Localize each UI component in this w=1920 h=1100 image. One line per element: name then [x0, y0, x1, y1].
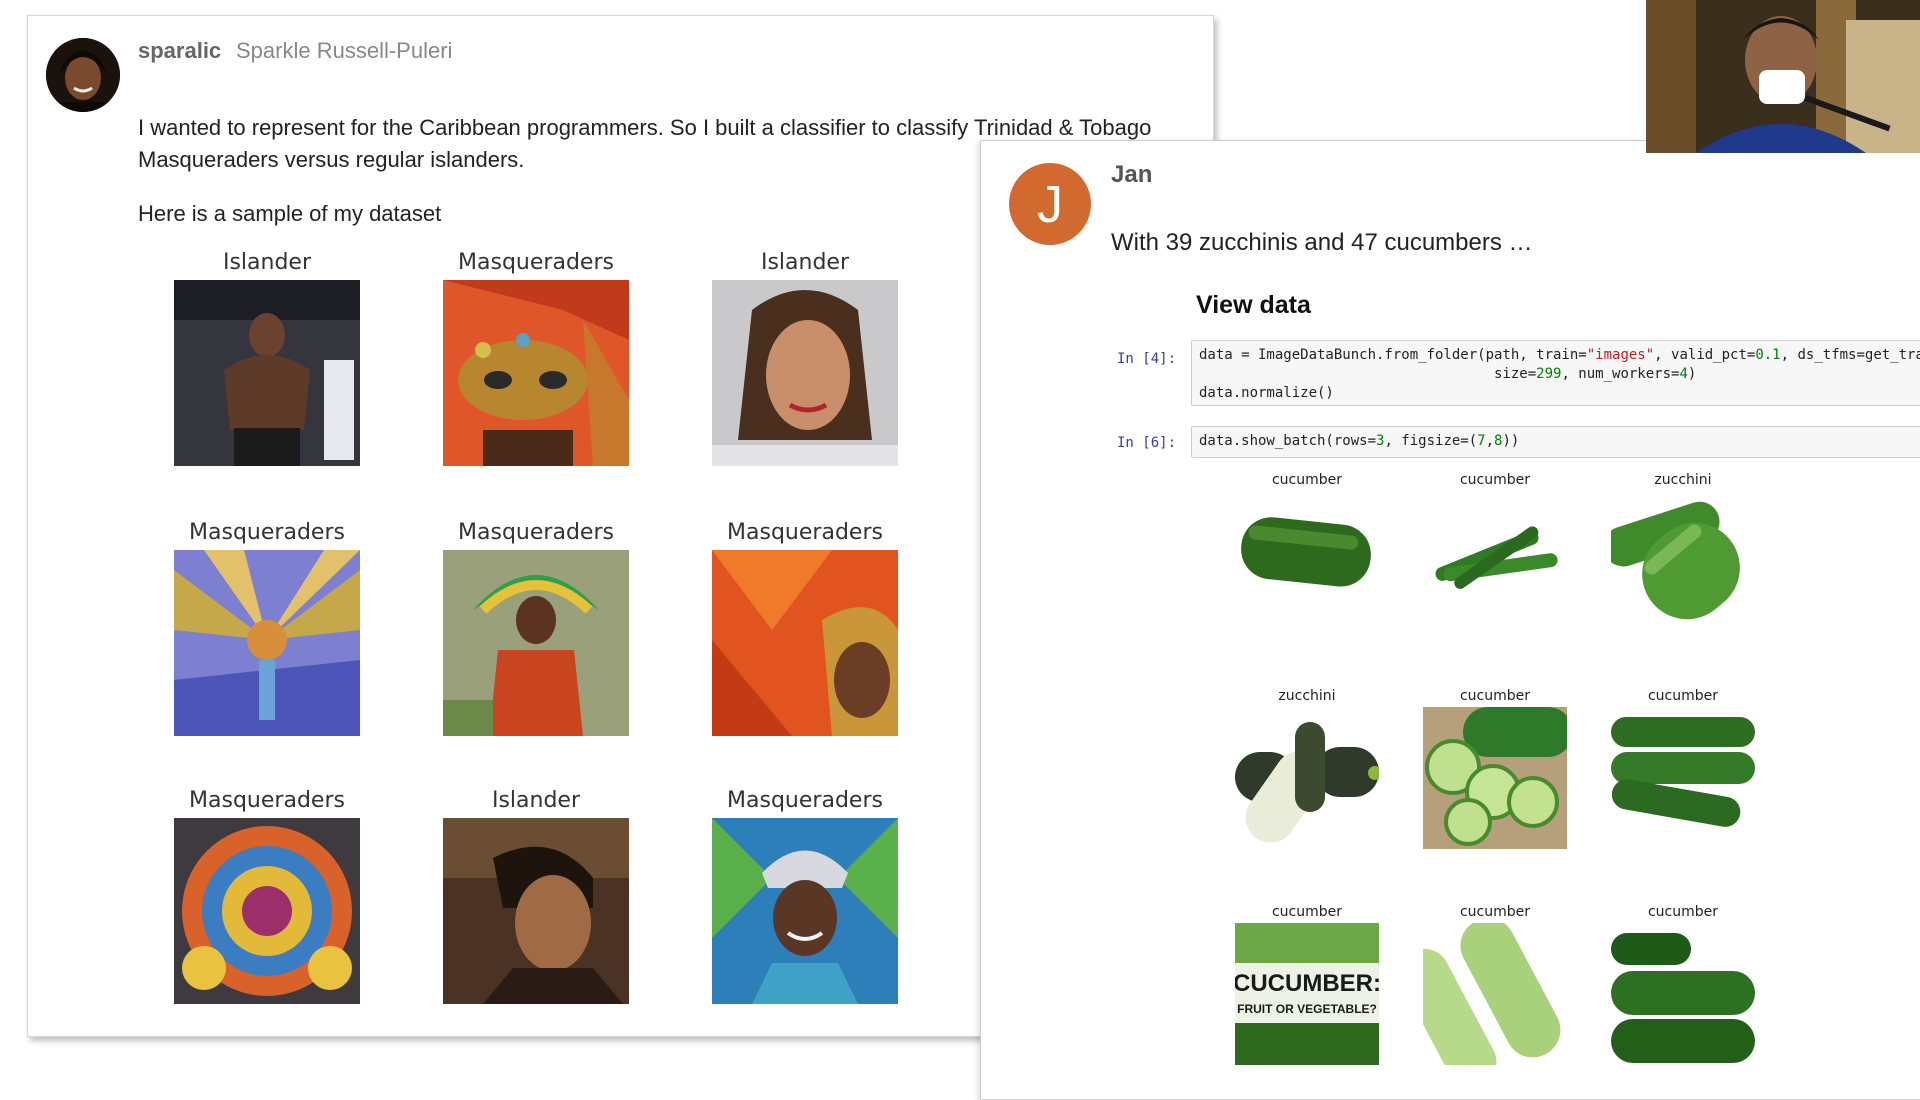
cell-prompt: In [4]: — [1117, 351, 1177, 367]
avatar-letter-icon[interactable]: J — [1009, 163, 1091, 245]
batch-sample: cucumber — [1611, 685, 1755, 854]
batch-label: cucumber — [1647, 904, 1719, 920]
batch-sample: zucchini — [1603, 469, 1755, 638]
code-number: 299 — [1536, 366, 1562, 382]
webcam-video — [1646, 0, 1920, 153]
post-fullname: Sparkle Russell-Puleri — [236, 38, 453, 63]
batch-label: cucumber — [1459, 472, 1531, 488]
code-cell-databunch[interactable]: data = ImageDataBunch.from_folder(path, … — [1191, 340, 1920, 406]
sample-image — [443, 550, 629, 736]
dataset-sample: Masqueraders — [712, 516, 898, 741]
dataset-sample: Masqueraders — [443, 246, 629, 471]
code-text: , — [1485, 433, 1495, 449]
sample-image — [174, 818, 360, 1004]
forum-post-jan: J Jan With 39 zucchinis and 47 cucumbers… — [980, 140, 1920, 1100]
batch-label: cucumber — [1271, 472, 1343, 488]
code-text: ) — [1687, 366, 1697, 382]
sample-label: Masqueraders — [727, 788, 883, 813]
batch-image — [1423, 491, 1567, 633]
batch-image — [1423, 707, 1573, 849]
code-string: "images" — [1586, 347, 1655, 363]
dataset-sample: Masqueraders — [174, 516, 360, 741]
sample-label: Masqueraders — [458, 520, 614, 545]
sample-image — [174, 280, 360, 466]
sample-label: Masqueraders — [189, 520, 345, 545]
batch-image — [1611, 923, 1755, 1065]
post-username[interactable]: Jan — [1111, 161, 1152, 189]
batch-sample: cucumber — [1235, 469, 1379, 638]
batch-sample: zucchini — [1235, 685, 1382, 854]
batch-image — [1235, 707, 1382, 849]
user-avatar[interactable] — [46, 38, 120, 112]
webcam-video-icon — [1646, 0, 1920, 153]
sample-label: Islander — [760, 250, 850, 275]
sample-image — [712, 550, 898, 736]
batch-label: cucumber — [1271, 904, 1343, 920]
dataset-sample: Masqueraders — [712, 784, 898, 1009]
sample-image — [443, 280, 629, 466]
dataset-sample: Islander — [712, 246, 898, 471]
cell-prompt: In [6]: — [1117, 435, 1177, 451]
code-text: , figsize=( — [1384, 433, 1478, 449]
code-number: 7 — [1477, 433, 1486, 449]
batch-image — [1399, 918, 1567, 1088]
batch-label: zucchini — [1278, 688, 1336, 704]
batch-image: CUCUMBER: FRUIT OR VEGETABLE? — [1233, 923, 1381, 1065]
code-text: data = ImageDataBunch.from_folder(path, … — [1199, 347, 1587, 363]
post-username[interactable]: sparalic — [138, 38, 221, 64]
sample-image — [712, 280, 898, 466]
sample-label: Islander — [222, 250, 312, 275]
sample-image — [443, 818, 629, 1004]
post-dataset-intro: Here is a sample of my dataset — [138, 201, 442, 226]
code-text: data.normalize() — [1199, 385, 1334, 401]
sample-label: Masqueraders — [189, 788, 345, 813]
batch-label: cucumber — [1459, 904, 1531, 920]
cucumber-poster-subtitle: FRUIT OR VEGETABLE? — [1237, 1002, 1377, 1016]
code-text: data.show_batch(rows= — [1199, 433, 1377, 449]
code-text: , num_workers= — [1561, 366, 1680, 382]
notebook-heading: View data — [1196, 291, 1311, 319]
dataset-sample: Masqueraders — [174, 784, 360, 1009]
batch-image — [1611, 707, 1755, 849]
batch-label: zucchini — [1654, 472, 1712, 488]
sample-label: Masqueraders — [458, 250, 614, 275]
batch-label: cucumber — [1647, 688, 1719, 704]
code-text: size= — [1199, 366, 1537, 382]
batch-sample: cucumber CUCUMBER: FRUIT OR VEGETABLE? — [1233, 901, 1381, 1070]
code-text: , ds_tfms=get_transforms(), — [1780, 347, 1920, 363]
sample-label: Masqueraders — [727, 520, 883, 545]
code-text: , valid_pct= — [1654, 347, 1756, 363]
code-number: 0.1 — [1755, 347, 1781, 363]
code-text: )) — [1502, 433, 1520, 449]
batch-image — [1235, 491, 1379, 633]
cucumber-poster-title: CUCUMBER: — [1235, 970, 1379, 997]
batch-sample: cucumber — [1423, 469, 1567, 638]
batch-sample: cucumber — [1611, 901, 1755, 1070]
code-cell-show-batch[interactable]: data.show_batch(rows=3, figsize=(7,8)) — [1191, 426, 1920, 458]
sample-image — [712, 818, 898, 1004]
dataset-sample: Islander — [174, 246, 360, 471]
dataset-sample: Masqueraders — [443, 516, 629, 741]
batch-label: cucumber — [1459, 688, 1531, 704]
batch-sample: cucumber — [1423, 685, 1573, 854]
sample-label: Islander — [491, 788, 581, 813]
post-message: With 39 zucchinis and 47 cucumbers … — [1111, 229, 1533, 256]
batch-image — [1603, 491, 1755, 633]
code-number: 4 — [1679, 366, 1688, 382]
batch-sample: cucumber — [1399, 901, 1567, 1088]
sample-image — [174, 550, 360, 736]
dataset-sample: Islander — [443, 784, 629, 1009]
